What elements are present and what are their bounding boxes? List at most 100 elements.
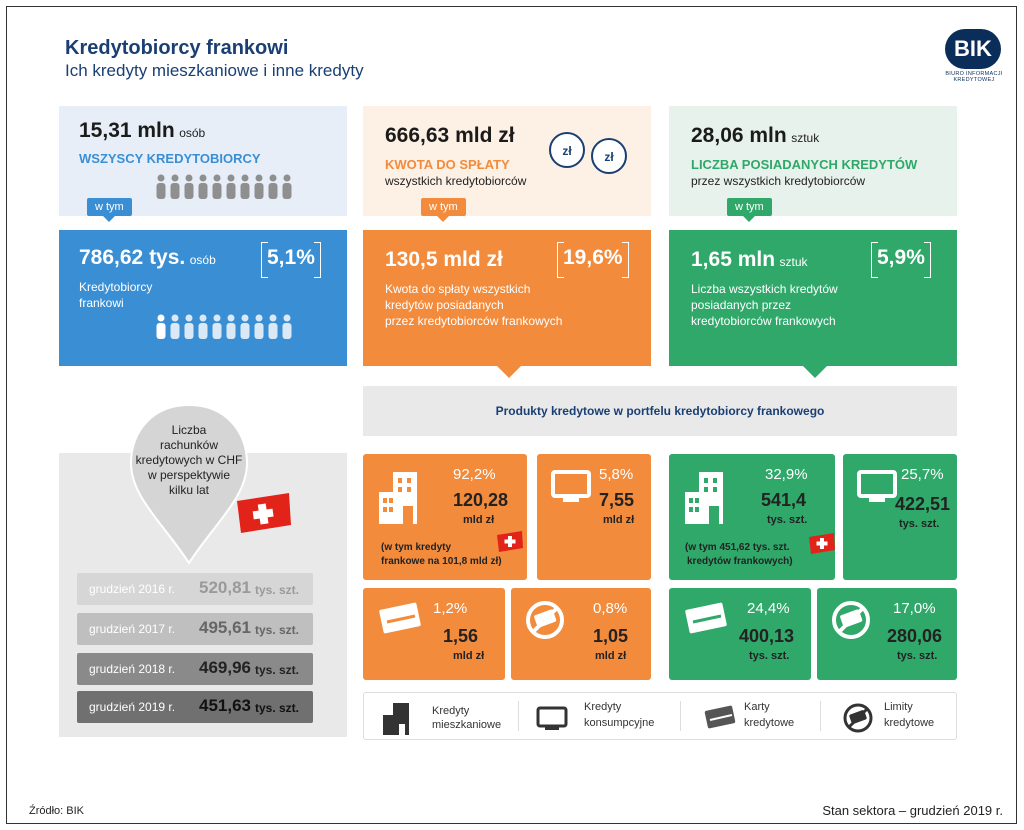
card-count-pct: 24,4%: [747, 600, 790, 617]
franc-amount-desc2: kredytów posiadanych: [385, 298, 504, 312]
credits-label: LICZBA POSIADANYCH KREDYTÓW: [691, 157, 918, 172]
franc-amount-desc1: Kwota do spłaty wszystkich: [385, 282, 531, 296]
logo-caption: BIURO INFORMACJI KREDYTOWEJ: [945, 71, 1003, 83]
limit-icon-legend: [843, 703, 873, 733]
card-amount-value: 1,56: [443, 626, 479, 646]
franc-amount-desc3: przez kredytobiorców frankowych: [385, 314, 563, 328]
page-subtitle: Ich kredyty mieszkaniowe i inne kredyty: [65, 61, 364, 80]
bubble-line-1: Liczba: [171, 423, 207, 437]
card-amount-unit: mld zł: [453, 650, 485, 662]
history-unit-2019: tys. szt.: [255, 701, 300, 715]
franc-credits-desc3: kredytobiorców frankowych: [691, 314, 836, 328]
credits-value: 28,06 mln: [691, 124, 787, 147]
consumer-amount-unit: mld zł: [603, 514, 635, 526]
history-unit-2018: tys. szt.: [255, 663, 300, 677]
credits-card: 28,06 mln sztuk LICZBA POSIADANYCH KREDY…: [669, 106, 957, 216]
legend-consumer-l1: Kredyty: [584, 701, 622, 713]
product-consumer-count: 25,7% 422,51 tys. szt.: [843, 454, 957, 580]
legend-limit: Limity kredytowe: [840, 696, 950, 738]
history-label-2018: grudzień 2018 r.: [89, 662, 176, 676]
card-amount-pct: 1,2%: [433, 600, 468, 617]
limit-count-pct: 17,0%: [893, 600, 936, 617]
history-label-2017: grudzień 2017 r.: [89, 622, 176, 636]
product-consumer-amount: 5,8% 7,55 mld zł: [537, 454, 651, 580]
franc-amount-value: 130,5 mld zł: [385, 248, 503, 271]
mortgage-count-note1: (w tym 451,62 tys. szt.: [685, 542, 790, 553]
consumer-count-pct: 25,7%: [901, 466, 944, 483]
franc-people-icon: [156, 314, 292, 339]
consumer-count-value: 422,51: [895, 494, 951, 514]
coin-text-1: zł: [562, 144, 572, 158]
legend-limit-l1: Limity: [884, 701, 913, 713]
mortgage-count-value: 541,4: [761, 490, 807, 510]
coin-text-2: zł: [604, 150, 614, 164]
swiss-flag-small-icon-green: [809, 533, 835, 554]
all-borrowers-unit: osób: [179, 126, 206, 140]
franc-borrowers-desc2: frankowi: [79, 296, 124, 310]
infographic-frame: Kredytobiorcy frankowi Ich kredyty miesz…: [6, 6, 1017, 824]
limit-icon: [526, 601, 564, 639]
mortgage-amount-pct: 92,2%: [453, 466, 496, 483]
swiss-flag-icon: [237, 493, 291, 533]
limit-count-unit: tys. szt.: [897, 650, 938, 662]
franc-credits-card: 1,65 mln sztuk 5,9% Liczba wszystkich kr…: [669, 230, 957, 366]
card-count-unit: tys. szt.: [749, 650, 790, 662]
amount-label: KWOTA DO SPŁATY: [385, 157, 510, 172]
franc-borrowers-value: 786,62 tys.: [79, 246, 186, 269]
franc-borrowers-unit: osób: [189, 253, 216, 267]
history-unit-2016: tys. szt.: [255, 583, 300, 597]
mortgage-amount-note1: (w tym kredyty: [381, 542, 452, 553]
mortgage-amount-note2: frankowe na 101,8 mld zł): [381, 556, 502, 567]
building-icon-green: [685, 472, 723, 524]
consumer-amount-pct: 5,8%: [599, 466, 634, 483]
history-value-2019: 451,63: [199, 696, 251, 715]
bik-logo: BIK BIURO INFORMACJI KREDYTOWEJ: [937, 29, 1013, 83]
franc-credits-unit: sztuk: [779, 255, 808, 269]
franc-credits-value: 1,65 mln: [691, 248, 776, 271]
limit-count-value: 280,06: [887, 626, 943, 646]
legend-limit-l2: kredytowe: [884, 717, 935, 729]
people-icon: [156, 174, 292, 199]
page-title: Kredytobiorcy frankowi: [65, 37, 289, 59]
products-header-text: Produkty kredytowe w portfelu kredytobio…: [495, 404, 825, 418]
building-icon: [379, 472, 417, 524]
limit-amount-unit: mld zł: [595, 650, 627, 662]
monitor-icon: [551, 470, 591, 502]
tag-green: w tym: [727, 198, 772, 222]
history-value-2018: 469,96: [199, 658, 251, 677]
legend-card-l1: Karty: [744, 701, 770, 713]
legend-card-l2: kredytowe: [744, 717, 795, 729]
card-icon-legend: [704, 705, 736, 729]
products-header: Produkty kredytowe w portfelu kredytobio…: [363, 386, 957, 436]
bubble-text: Liczba rachunków kredytowych w CHF w per…: [125, 423, 253, 498]
legend-mortgage: Kredyty mieszkaniowe: [378, 696, 518, 738]
legend-mortgage-l2: mieszkaniowe: [432, 719, 502, 731]
franc-borrowers-card: 786,62 tys. osób 5,1% Kredytobiorcy fran…: [59, 230, 347, 366]
logo-text: BIK: [945, 29, 1001, 69]
card-icon: [379, 602, 421, 634]
bubble-line-4: w perspektywie: [147, 468, 231, 482]
product-mortgage-count: 32,9% 541,4 tys. szt. (w tym 451,62 tys.…: [669, 454, 835, 580]
franc-credits-desc1: Liczba wszystkich kredytów: [691, 282, 838, 296]
history-row-2016: grudzień 2016 r. 520,81 tys. szt.: [77, 573, 313, 605]
history-label-2016: grudzień 2016 r.: [89, 582, 176, 596]
bubble-line-2: rachunków: [159, 438, 219, 452]
product-limit-amount: 0,8% 1,05 mld zł: [511, 588, 651, 680]
history-row-2017: grudzień 2017 r. 495,61 tys. szt.: [77, 613, 313, 645]
history-value-2017: 495,61: [199, 618, 251, 637]
limit-amount-pct: 0,8%: [593, 600, 628, 617]
mortgage-count-unit: tys. szt.: [767, 514, 808, 526]
credits-unit: sztuk: [791, 131, 820, 145]
consumer-count-unit: tys. szt.: [899, 518, 940, 530]
green-pointer: [803, 366, 827, 378]
coins-icon: zł zł: [549, 132, 627, 174]
legend-card: Karty kredytowe: [700, 696, 810, 738]
amount-value: 666,63 mld zł: [385, 124, 515, 147]
credits-sub: przez wszystkich kredytobiorców: [691, 174, 866, 188]
legend-mortgage-l1: Kredyty: [432, 705, 470, 717]
all-borrowers-value: 15,31 mln: [79, 119, 175, 142]
franc-borrowers-desc1: Kredytobiorcy: [79, 280, 153, 294]
franc-amount-pct: 19,6%: [557, 242, 629, 278]
mortgage-amount-unit: mld zł: [463, 514, 495, 526]
history-value-2016: 520,81: [199, 578, 251, 597]
